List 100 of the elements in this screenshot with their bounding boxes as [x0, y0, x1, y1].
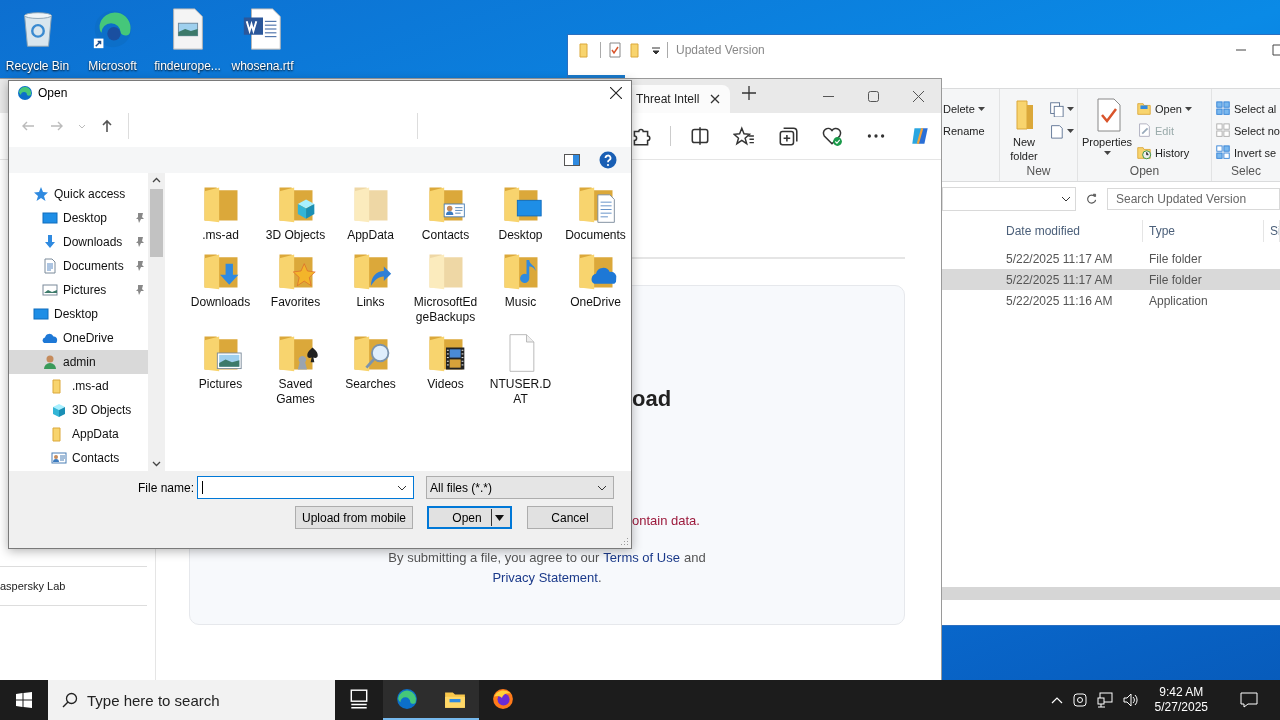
tree-item[interactable]: Pictures: [9, 278, 148, 302]
scrollbar[interactable]: [148, 173, 164, 471]
new-tab-icon[interactable]: [742, 85, 756, 100]
desktop-icon[interactable]: findeurope...: [150, 0, 225, 73]
error-text: ontain data.: [632, 513, 701, 528]
dialog-button[interactable]: Cancel: [527, 506, 613, 529]
dialog-button[interactable]: Upload from mobile: [295, 506, 413, 529]
dialog-title: Open: [38, 86, 68, 100]
favorites-icon[interactable]: [733, 125, 755, 147]
ribbon-button[interactable]: New folder: [1003, 93, 1045, 164]
ribbon-group-label: Open: [1128, 164, 1161, 180]
download-icon: [42, 234, 58, 250]
close-icon[interactable]: [710, 94, 720, 104]
desktop-icon[interactable]: whosena.rtf: [225, 0, 300, 73]
tree-item[interactable]: Documents: [9, 254, 148, 278]
fox-browser-icon: [492, 688, 514, 710]
scrollbar[interactable]: [942, 587, 1280, 600]
split-button[interactable]: Open: [427, 506, 512, 529]
scroll-thumb[interactable]: [149, 189, 163, 257]
ribbon-button[interactable]: Rename: [943, 121, 985, 141]
page-icon: [1048, 123, 1064, 139]
notification-icon[interactable]: [1240, 692, 1258, 708]
clock[interactable]: 9:42 AM 5/27/2025: [1154, 685, 1208, 715]
tree-item[interactable]: .ms-ad: [9, 374, 148, 398]
contact-card-icon: [51, 450, 67, 466]
split-screen-icon[interactable]: [689, 125, 711, 147]
desktop-icon[interactable]: Microsoft: [75, 0, 150, 73]
file-item[interactable]: Videos: [408, 331, 483, 413]
heart-check-icon[interactable]: [821, 125, 843, 147]
grid-icon: [1215, 101, 1231, 117]
tree-item[interactable]: AppData: [9, 422, 148, 446]
file-item[interactable]: Searches: [333, 331, 408, 413]
tree-item[interactable]: Contacts: [9, 446, 148, 470]
column-header[interactable]: Si: [1264, 220, 1280, 242]
close-icon[interactable]: [913, 90, 924, 102]
file-item[interactable]: Favorites: [258, 249, 333, 331]
refresh-icon[interactable]: [1085, 192, 1097, 206]
privacy-link[interactable]: Privacy Statement: [492, 568, 598, 588]
tree-item[interactable]: Desktop: [9, 302, 148, 326]
ribbon-button[interactable]: Properties: [1081, 93, 1133, 164]
taskbar-app[interactable]: [383, 680, 431, 720]
tree-item[interactable]: Desktop: [9, 206, 148, 230]
taskbar-app[interactable]: [431, 680, 479, 720]
heading: oad: [632, 386, 673, 412]
ribbon-button[interactable]: Delete: [943, 99, 985, 119]
close-icon: [610, 87, 622, 99]
file-item[interactable]: Desktop: [483, 182, 558, 249]
ribbon-button[interactable]: [1048, 99, 1074, 119]
chevron-down-icon: [1060, 196, 1071, 202]
file-type-dropdown[interactable]: All files (*.*): [426, 476, 614, 499]
file-item[interactable]: NTUSER.DAT: [483, 331, 558, 413]
file-name-field[interactable]: [197, 476, 414, 499]
checklist-icon[interactable]: [607, 42, 623, 58]
collections-icon[interactable]: [777, 125, 799, 147]
preview-pane-icon[interactable]: [564, 154, 580, 166]
tree-item[interactable]: 3D Objects: [9, 398, 148, 422]
file-item[interactable]: Downloads: [183, 249, 258, 331]
file-item[interactable]: MicrosoftEdgeBackups: [408, 249, 483, 331]
file-item[interactable]: OneDrive: [558, 249, 633, 331]
chevron-down-icon[interactable]: [151, 461, 161, 467]
file-item[interactable]: 3D Objects: [258, 182, 333, 249]
folder-icon: [1136, 101, 1152, 117]
column-header[interactable]: Date modified: [1000, 220, 1143, 242]
file-item[interactable]: .ms-ad: [183, 182, 258, 249]
desktop-icon[interactable]: Recycle Bin: [0, 0, 75, 73]
resize-grip-icon[interactable]: [619, 536, 629, 546]
clock-folder-icon: [1136, 145, 1152, 161]
ribbon-button[interactable]: Open: [1136, 99, 1192, 119]
file-item[interactable]: Links: [333, 249, 408, 331]
help-icon[interactable]: [599, 151, 617, 169]
ribbon-button[interactable]: Invert se: [1215, 143, 1280, 163]
ribbon-group-label: New: [1025, 164, 1052, 180]
speaker-icon[interactable]: [1122, 692, 1139, 708]
column-header[interactable]: Type: [1143, 220, 1264, 242]
tree-item[interactable]: admin: [9, 350, 148, 374]
search-field[interactable]: Search Updated Version: [1107, 188, 1280, 210]
file-item[interactable]: Documents: [558, 182, 633, 249]
file-item[interactable]: AppData: [333, 182, 408, 249]
tree-item[interactable]: Downloads: [9, 230, 148, 254]
search-field[interactable]: Type here to search: [48, 680, 335, 720]
browser-icon: [17, 85, 33, 101]
file-item[interactable]: Saved Games: [258, 331, 333, 413]
file-item[interactable]: Music: [483, 249, 558, 331]
maximize-icon[interactable]: [868, 90, 879, 102]
ribbon-button[interactable]: History: [1136, 143, 1192, 163]
star-icon: [33, 186, 49, 202]
network-icon[interactable]: [1096, 692, 1113, 708]
logo-icon[interactable]: [909, 125, 931, 147]
file-item[interactable]: Contacts: [408, 182, 483, 249]
maximize-icon[interactable]: [1272, 44, 1280, 56]
file-item[interactable]: Pictures: [183, 331, 258, 413]
grid-icon: [1215, 123, 1231, 139]
ribbon-button[interactable]: Select no: [1215, 121, 1280, 141]
address-field[interactable]: [942, 187, 1076, 211]
ribbon-button[interactable]: Select al: [1215, 99, 1280, 119]
tree-item[interactable]: OneDrive: [9, 326, 148, 350]
camera-icon[interactable]: [1072, 692, 1087, 708]
terms-link[interactable]: Terms of Use: [603, 548, 680, 568]
chevron-up-icon[interactable]: [151, 177, 161, 183]
tree-item[interactable]: Quick access: [9, 182, 148, 206]
